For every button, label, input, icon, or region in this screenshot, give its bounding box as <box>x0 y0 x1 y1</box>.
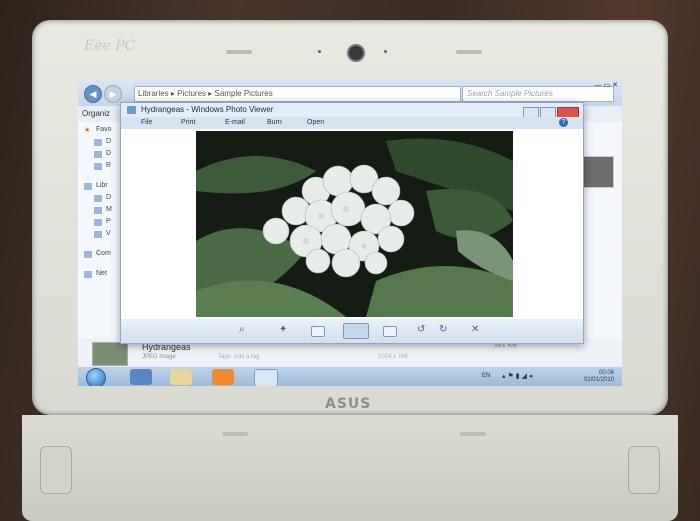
next-icon[interactable] <box>383 326 397 337</box>
media-player-icon[interactable] <box>212 369 234 385</box>
language-indicator[interactable]: EN <box>482 373 490 379</box>
menu-burn[interactable]: Burn <box>267 119 282 126</box>
forward-arrow-icon[interactable]: ▶ <box>104 85 122 103</box>
menu-open[interactable]: Open <box>307 119 324 126</box>
right-hinge <box>628 446 660 494</box>
folder-icon <box>94 163 102 170</box>
sidebar-item-network[interactable]: Net <box>96 270 107 277</box>
photo-viewer-window: Hydrangeas - Windows Photo Viewer File P… <box>120 102 584 344</box>
organize-menu[interactable]: Organiz <box>78 109 110 118</box>
led-dot <box>384 50 387 53</box>
sidebar-item[interactable]: D <box>106 194 111 201</box>
network-icon <box>84 271 92 278</box>
clock-time: 00:06 <box>598 370 614 376</box>
viewer-controls: ⌕ ✦ ↺ ↻ ✕ <box>121 319 583 343</box>
left-hinge <box>40 446 72 494</box>
photo-viewer-taskbar-icon[interactable] <box>254 369 278 386</box>
actual-size-icon[interactable]: ✦ <box>279 324 287 335</box>
sidebar-item[interactable]: P <box>106 218 111 225</box>
menu-file[interactable]: File <box>141 119 152 126</box>
clock[interactable]: 00:06 01/01/2010 <box>584 370 614 384</box>
rotate-left-icon[interactable]: ↺ <box>417 324 425 335</box>
explorer-icon[interactable] <box>170 369 192 385</box>
details-tags[interactable]: Tags: Add a tag <box>218 354 259 360</box>
bezel-slot-right <box>456 50 482 54</box>
details-thumbnail <box>92 342 128 366</box>
sidebar-item[interactable]: D <box>106 138 111 145</box>
computer-icon <box>84 251 92 258</box>
explorer-navigation-pane: ★ Favo D D R Libr D M P V Com Net <box>78 122 124 342</box>
sidebar-item-favorites[interactable]: Favo <box>96 126 112 133</box>
window-controls-icon[interactable]: — ▭ ✕ <box>595 81 618 89</box>
details-dimensions: 1024 x 768 <box>378 354 408 360</box>
menu-print[interactable]: Print <box>181 119 195 126</box>
menu-email[interactable]: E-mail <box>225 119 245 126</box>
folder-icon <box>94 231 102 238</box>
asus-logo: ASUS <box>325 396 372 412</box>
bottom-slot-left <box>222 432 248 436</box>
search-input[interactable]: Search Sample Pictures <box>462 86 614 102</box>
folder-icon <box>94 195 102 202</box>
webcam <box>347 44 365 62</box>
file-thumbnail[interactable] <box>582 156 614 188</box>
hydrangea-photo <box>196 131 513 317</box>
slideshow-icon[interactable] <box>343 323 369 339</box>
sidebar-item-libraries[interactable]: Libr <box>96 182 108 189</box>
clock-date: 01/01/2010 <box>583 377 614 383</box>
delete-icon[interactable]: ✕ <box>471 324 479 335</box>
details-filetype: JPEG image <box>142 354 176 360</box>
folder-icon <box>94 139 102 146</box>
eeepc-logo: Eee PC <box>84 38 136 54</box>
tray-icons[interactable]: ▴ ⚑ ▮ ◢ ◂ <box>502 372 532 380</box>
sidebar-item[interactable]: R <box>106 162 111 169</box>
zoom-icon[interactable]: ⌕ <box>239 324 245 335</box>
ie-icon[interactable] <box>130 369 152 385</box>
mic-dot <box>318 50 321 53</box>
breadcrumb[interactable]: Libraries ▸ Pictures ▸ Sample Pictures <box>134 86 461 102</box>
sidebar-item[interactable]: D <box>106 150 111 157</box>
rotate-right-icon[interactable]: ↻ <box>439 324 447 335</box>
help-icon[interactable]: ? <box>559 118 568 127</box>
sidebar-item[interactable]: M <box>106 206 112 213</box>
folder-icon <box>94 219 102 226</box>
sidebar-item[interactable]: V <box>106 230 111 237</box>
laptop-display: ◀ ▶ Libraries ▸ Pictures ▸ Sample Pictur… <box>78 80 622 386</box>
bezel-slot-left <box>226 50 252 54</box>
taskbar: EN ▴ ⚑ ▮ ◢ ◂ 00:06 01/01/2010 <box>78 366 622 386</box>
back-arrow-icon[interactable]: ◀ <box>84 85 102 103</box>
photo-viewer-icon <box>127 106 136 114</box>
start-button[interactable] <box>86 368 106 386</box>
sidebar-item-computer[interactable]: Com <box>96 250 111 257</box>
bottom-slot-right <box>460 432 486 436</box>
star-icon: ★ <box>84 127 91 134</box>
viewer-menubar: File Print E-mail Burn Open ? <box>121 117 583 129</box>
laptop-keyboard-base <box>22 415 678 521</box>
folder-icon <box>94 151 102 158</box>
window-title: Hydrangeas - Windows Photo Viewer <box>141 105 274 114</box>
photo-canvas <box>121 129 583 319</box>
previous-icon[interactable] <box>311 326 325 337</box>
folder-icon <box>94 207 102 214</box>
library-icon <box>84 183 92 190</box>
